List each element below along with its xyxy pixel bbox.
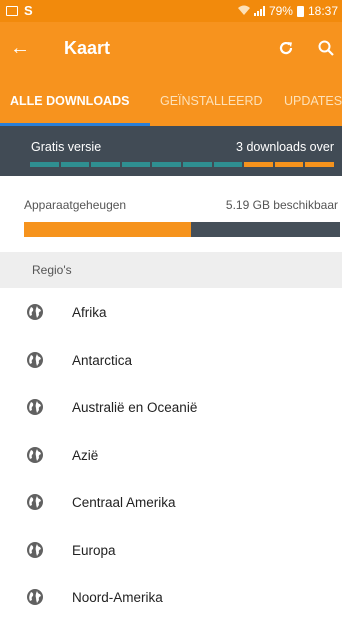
storage-available: 5.19 GB beschikbaar — [225, 198, 338, 212]
globe-icon — [27, 399, 43, 415]
storage-label: Apparaatgeheugen — [24, 198, 127, 212]
globe-icon — [27, 494, 43, 510]
globe-icon — [27, 304, 43, 320]
refresh-icon[interactable] — [274, 36, 298, 60]
regions-section-header: Regio's — [0, 252, 342, 288]
download-segment — [213, 162, 243, 167]
download-segment — [244, 162, 273, 167]
download-segment — [60, 162, 90, 167]
downloads-remaining: 3 downloads over — [236, 140, 334, 154]
region-item[interactable]: Centraal Amerika — [0, 478, 342, 526]
status-time: 18:37 — [307, 4, 338, 18]
download-segment — [182, 162, 212, 167]
status-app-letter: S — [24, 3, 33, 18]
tab-alle-downloads[interactable]: ALLE DOWNLOADS — [10, 94, 129, 108]
globe-icon — [27, 446, 43, 463]
download-segment — [121, 162, 151, 167]
region-item-label: Antarctica — [72, 352, 133, 368]
region-item-label: Afrika — [72, 305, 107, 320]
storage-bar — [24, 222, 340, 237]
download-segment — [274, 162, 304, 167]
storage-bar-fill — [24, 222, 192, 237]
downloads-progress — [30, 162, 334, 167]
regions-header-label: Regio's — [32, 263, 72, 277]
globe-icon — [27, 589, 43, 605]
battery-icon — [296, 5, 304, 17]
app-bar: ← Kaart — [0, 22, 342, 78]
status-bar: S 79% 18:37 — [0, 0, 342, 22]
download-segment — [305, 162, 334, 167]
image-icon — [6, 5, 18, 16]
globe-icon — [27, 541, 43, 558]
wifi-icon — [237, 5, 250, 18]
page-title: Kaart — [64, 38, 111, 58]
signal-icon — [253, 6, 265, 16]
region-item-label: Australië en Oceanië — [72, 400, 198, 415]
tab-updates[interactable]: UPDATES — [284, 94, 342, 108]
region-item[interactable]: Europa — [0, 526, 342, 574]
battery-percent: 79% — [268, 4, 293, 18]
globe-icon — [27, 351, 43, 368]
region-item[interactable]: Australië en Oceanië — [0, 383, 342, 431]
region-item[interactable]: Noord-Amerika — [0, 573, 342, 621]
search-icon[interactable] — [314, 36, 338, 60]
download-segment — [152, 162, 181, 167]
region-item-label: Europa — [72, 542, 116, 558]
region-item-label: Centraal Amerika — [72, 495, 176, 510]
free-version-panel: Gratis versie 3 downloads over — [0, 126, 342, 176]
arrow-left-icon[interactable]: ← — [8, 36, 32, 60]
region-item-label: Azië — [72, 447, 99, 463]
download-segment — [30, 162, 59, 167]
region-item[interactable]: Afrika — [0, 288, 342, 336]
region-item-label: Noord-Amerika — [72, 590, 163, 605]
region-item[interactable]: Azië — [0, 431, 342, 479]
free-version-label: Gratis versie — [31, 140, 102, 154]
tab-geinstalleerd[interactable]: GEÏNSTALLEERD — [160, 94, 263, 108]
region-list: Afrika Antarctica Australië en Oceanië Azië… — [0, 288, 342, 621]
download-segment — [91, 162, 120, 167]
region-item[interactable]: Antarctica — [0, 336, 342, 384]
tab-bar: ALLE DOWNLOADS GEÏNSTALLEERD UPDATES — [0, 78, 342, 126]
